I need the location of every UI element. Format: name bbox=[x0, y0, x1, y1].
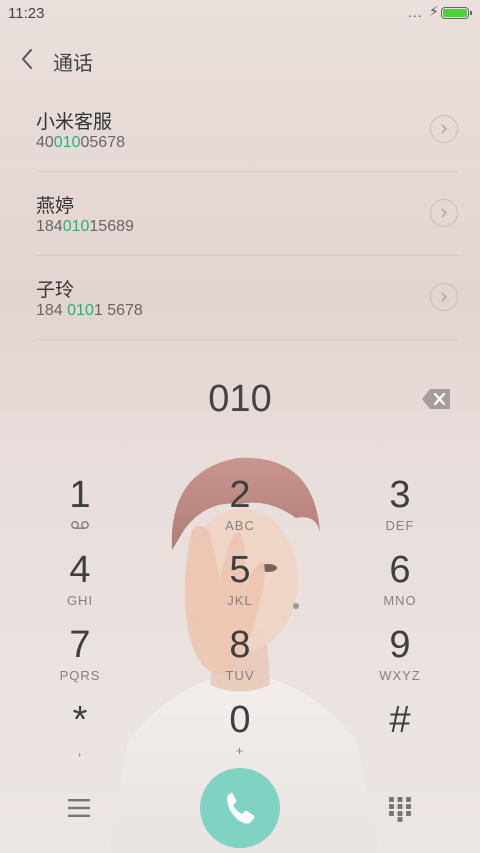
dialed-number-display: 010 bbox=[208, 378, 272, 420]
contact-detail-arrow-icon[interactable] bbox=[430, 283, 458, 311]
contact-number: 18401015689 bbox=[36, 218, 134, 235]
key-3[interactable]: 3 DEF bbox=[340, 474, 460, 544]
call-button[interactable] bbox=[200, 768, 280, 848]
back-arrow-icon[interactable] bbox=[18, 46, 40, 72]
contact-name: 小米客服 bbox=[36, 111, 113, 133]
key-0[interactable]: 0 + bbox=[180, 699, 300, 769]
key-6[interactable]: 6 MNO bbox=[340, 549, 460, 619]
contact-detail-arrow-icon[interactable] bbox=[430, 199, 458, 227]
contact-name: 燕婷 bbox=[36, 195, 75, 217]
key-9[interactable]: 9 WXYZ bbox=[340, 624, 460, 694]
key-2[interactable]: 2 ABC bbox=[180, 474, 300, 544]
contact-result-row[interactable]: 子玲 184 0101 5678 bbox=[0, 256, 480, 340]
contact-result-row[interactable]: 小米客服 4001005678 bbox=[0, 88, 480, 172]
key-hash[interactable]: # bbox=[340, 699, 460, 769]
key-7[interactable]: 7 PQRS bbox=[20, 624, 140, 694]
key-1[interactable]: 1 bbox=[20, 474, 140, 544]
voicemail-icon bbox=[20, 518, 140, 534]
charging-icon: ⚡ bbox=[429, 3, 439, 19]
contact-name: 子玲 bbox=[36, 279, 75, 301]
dialpad-toggle-icon[interactable] bbox=[388, 796, 412, 822]
phone-icon bbox=[227, 792, 255, 824]
contact-result-row[interactable]: 燕婷 18401015689 bbox=[0, 172, 480, 256]
menu-icon[interactable] bbox=[66, 797, 92, 819]
key-8[interactable]: 8 TUV bbox=[180, 624, 300, 694]
battery-icon bbox=[441, 7, 472, 19]
status-bar: 11:23 ... ⚡ bbox=[0, 0, 480, 28]
key-4[interactable]: 4 GHI bbox=[20, 549, 140, 619]
backspace-icon[interactable] bbox=[421, 388, 451, 410]
contact-results-list: 小米客服 4001005678 燕婷 18401015689 子玲 184 01… bbox=[0, 88, 480, 340]
key-star[interactable]: *, bbox=[20, 699, 140, 769]
contact-number: 4001005678 bbox=[36, 134, 125, 151]
page-title: 通话 bbox=[53, 51, 93, 75]
contact-number: 184 0101 5678 bbox=[36, 302, 143, 319]
contact-detail-arrow-icon[interactable] bbox=[430, 115, 458, 143]
status-time: 11:23 bbox=[8, 5, 45, 22]
key-5[interactable]: 5 JKL bbox=[180, 549, 300, 619]
more-status-icon: ... bbox=[408, 4, 423, 20]
header: 通话 bbox=[0, 40, 480, 80]
